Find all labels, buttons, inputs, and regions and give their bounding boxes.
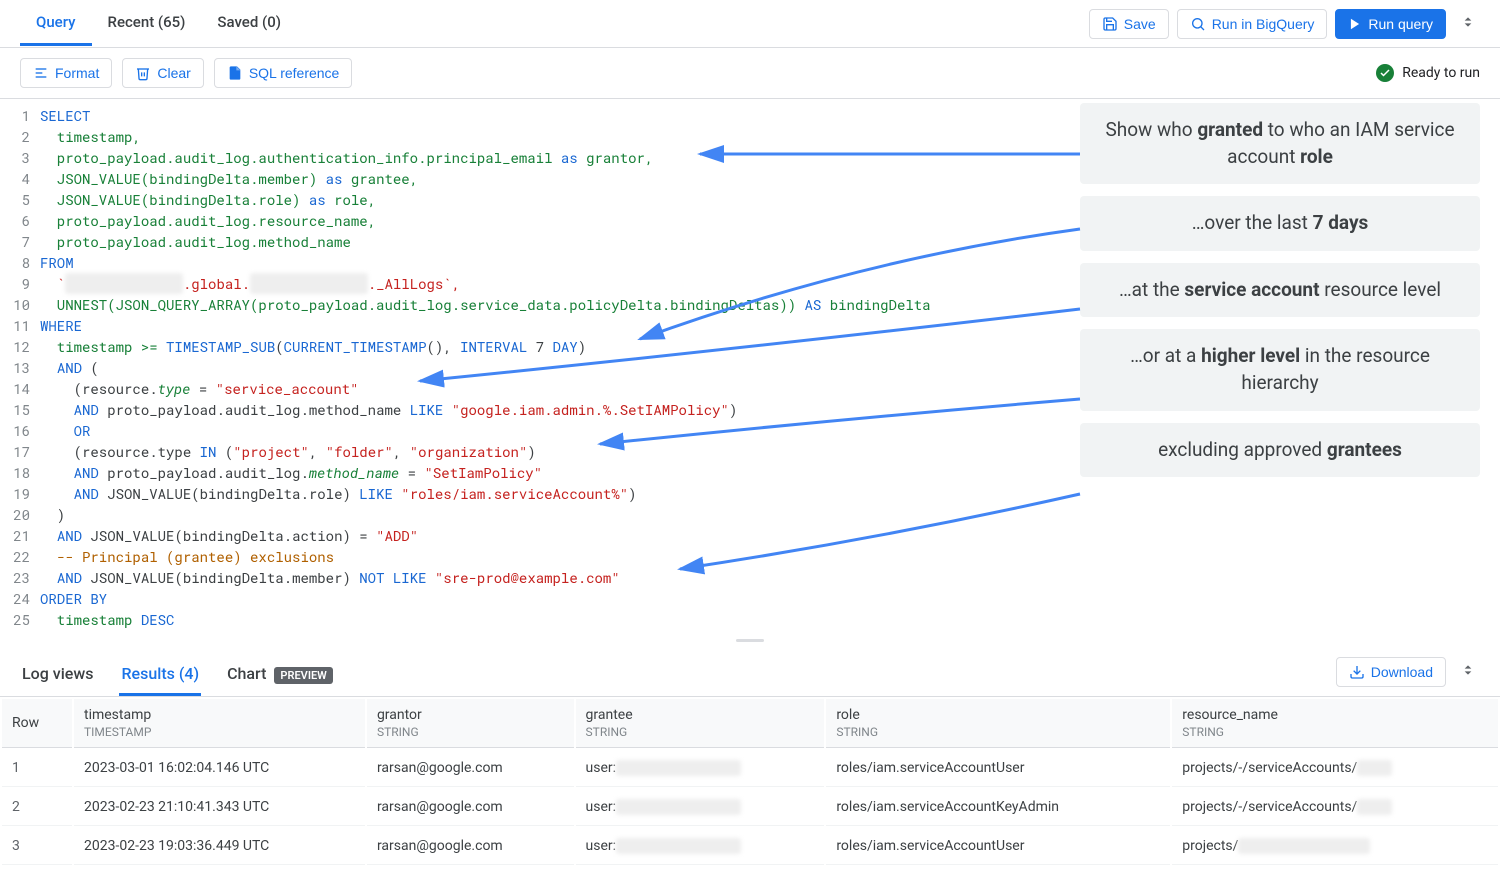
- doc-icon: [227, 65, 243, 81]
- sqlref-label: SQL reference: [249, 65, 340, 81]
- save-label: Save: [1124, 16, 1156, 32]
- annotation-higher-level: …or at a higher level in the resource hi…: [1080, 329, 1480, 410]
- run-bq-label: Run in BigQuery: [1212, 16, 1315, 32]
- clear-button[interactable]: Clear: [122, 58, 203, 88]
- table-row[interactable]: 3 2023-02-23 19:03:36.449 UTC rarsan@goo…: [2, 828, 1498, 865]
- tab-saved[interactable]: Saved (0): [201, 1, 297, 46]
- annotations-panel: Show who granted to who an IAM service a…: [1080, 103, 1480, 489]
- resize-handle[interactable]: [0, 636, 1500, 644]
- tab-query[interactable]: Query: [20, 1, 92, 46]
- download-label: Download: [1371, 664, 1433, 680]
- annotation-grantor: Show who granted to who an IAM service a…: [1080, 103, 1480, 184]
- status-text: Ready to run: [1402, 65, 1480, 81]
- tab-log-views[interactable]: Log views: [20, 654, 95, 696]
- trash-icon: [135, 65, 151, 81]
- tab-recent[interactable]: Recent (65): [92, 1, 202, 46]
- format-button[interactable]: Format: [20, 58, 112, 88]
- more-results-icon[interactable]: [1456, 658, 1480, 686]
- table-row[interactable]: 1 2023-03-01 16:02:04.146 UTC rarsan@goo…: [2, 750, 1498, 787]
- save-icon: [1102, 16, 1118, 32]
- run-query-label: Run query: [1368, 16, 1433, 32]
- annotation-timerange: …over the last 7 days: [1080, 196, 1480, 251]
- sql-reference-button[interactable]: SQL reference: [214, 58, 353, 88]
- format-label: Format: [55, 65, 99, 81]
- clear-label: Clear: [157, 65, 190, 81]
- download-button[interactable]: Download: [1336, 657, 1446, 687]
- annotation-exclusions: excluding approved grantees: [1080, 423, 1480, 478]
- preview-badge: PREVIEW: [274, 667, 332, 684]
- annotation-sa-level: …at the service account resource level: [1080, 263, 1480, 318]
- save-button[interactable]: Save: [1089, 9, 1169, 39]
- results-table: Row timestampTIMESTAMP grantorSTRING gra…: [0, 697, 1500, 867]
- format-icon: [33, 65, 49, 81]
- download-icon: [1349, 664, 1365, 680]
- tab-results[interactable]: Results (4): [119, 654, 201, 696]
- run-bigquery-button[interactable]: Run in BigQuery: [1177, 9, 1328, 39]
- run-query-button[interactable]: Run query: [1335, 9, 1446, 39]
- more-icon[interactable]: [1456, 10, 1480, 38]
- tab-chart[interactable]: Chart PREVIEW: [225, 654, 335, 696]
- status-ok-icon: [1376, 64, 1394, 82]
- bigquery-icon: [1190, 16, 1206, 32]
- table-row[interactable]: 2 2023-02-23 21:10:41.343 UTC rarsan@goo…: [2, 789, 1498, 826]
- play-icon: [1348, 17, 1362, 31]
